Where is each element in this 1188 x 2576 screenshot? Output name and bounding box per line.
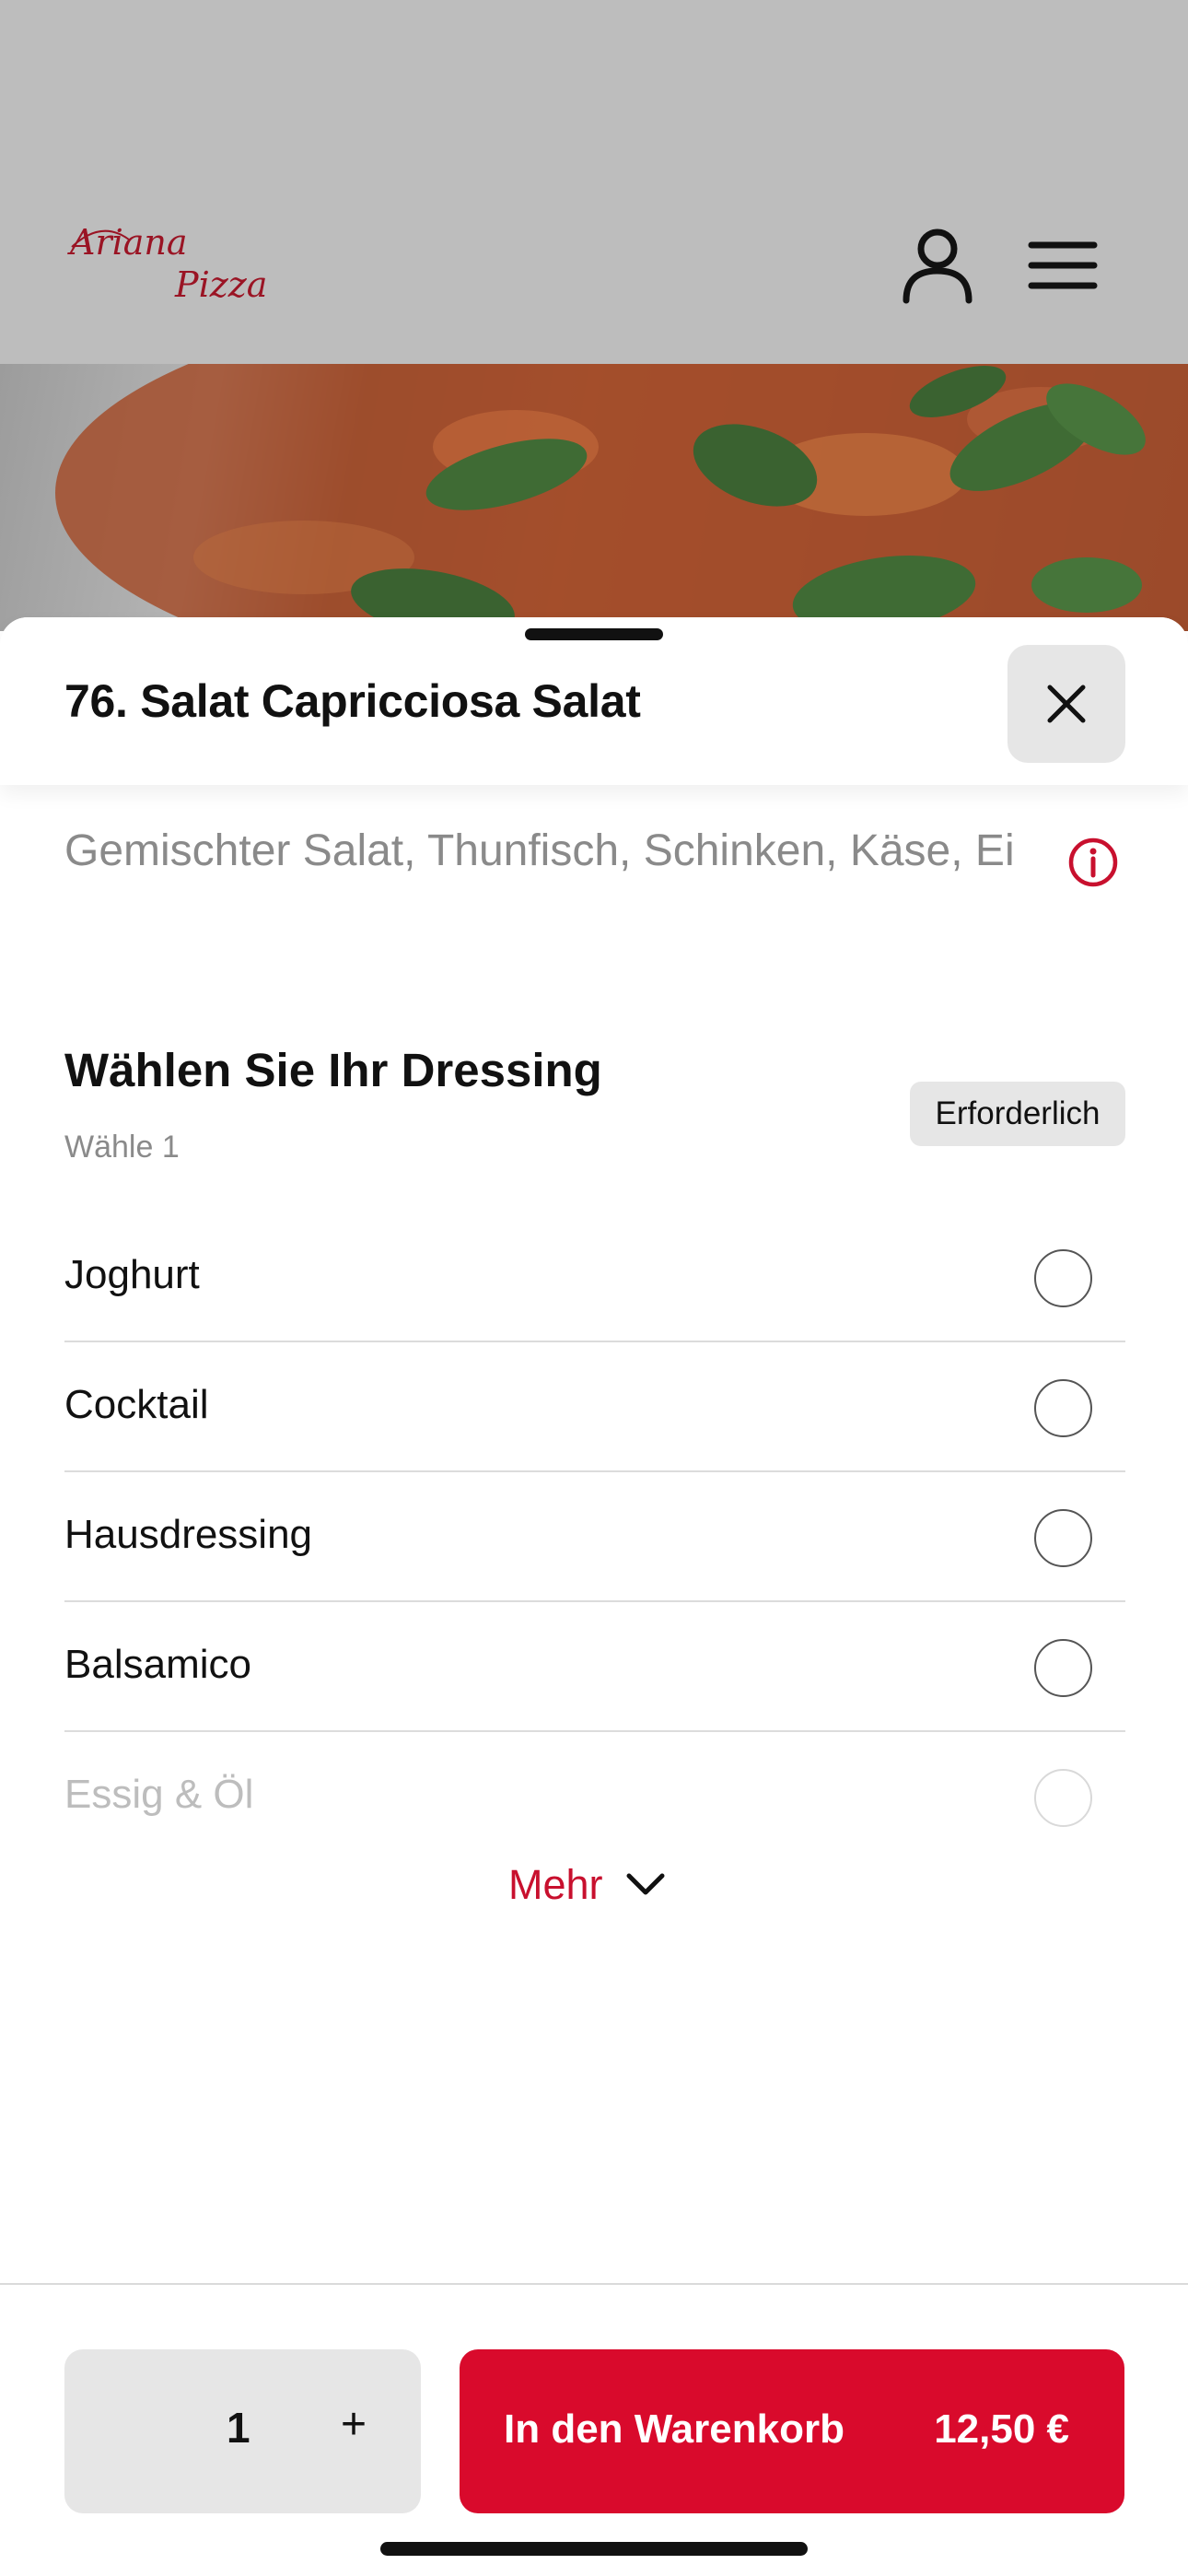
quantity-stepper[interactable]: 1 + bbox=[64, 2349, 421, 2513]
product-title: 76. Salat Capricciosa Salat bbox=[64, 675, 641, 727]
dressing-option-hausdressing[interactable]: Hausdressing bbox=[64, 1472, 1125, 1602]
svg-text:Pizza: Pizza bbox=[174, 264, 267, 305]
radio-button[interactable] bbox=[1034, 1769, 1092, 1827]
radio-button[interactable] bbox=[1034, 1639, 1092, 1697]
sheet-grabber-handle[interactable] bbox=[525, 628, 663, 640]
dressing-option-essig-oel[interactable]: Essig & Öl bbox=[64, 1732, 1125, 1862]
app-header: Ariana Pizza bbox=[0, 0, 1188, 364]
dressing-option-joghurt[interactable]: Joghurt bbox=[64, 1212, 1125, 1342]
info-icon[interactable] bbox=[1067, 837, 1119, 888]
svg-text:Ariana: Ariana bbox=[67, 222, 188, 263]
chevron-down-icon bbox=[626, 1873, 665, 1895]
option-label: Cocktail bbox=[64, 1382, 209, 1427]
show-more-button[interactable]: Mehr bbox=[508, 1861, 666, 1909]
user-icon[interactable] bbox=[899, 227, 976, 304]
ariana-pizza-logo[interactable]: Ariana Pizza bbox=[64, 210, 276, 311]
home-indicator[interactable] bbox=[380, 2542, 808, 2556]
close-button[interactable] bbox=[1007, 645, 1125, 763]
footer-bar: 1 + In den Warenkorb 12,50 € bbox=[0, 2283, 1188, 2576]
product-description: Gemischter Salat, Thunfisch, Schinken, K… bbox=[64, 826, 1015, 875]
quantity-value: 1 bbox=[227, 2404, 250, 2452]
option-label: Joghurt bbox=[64, 1252, 200, 1297]
show-more-label: Mehr bbox=[508, 1861, 603, 1908]
sheet-header: 76. Salat Capricciosa Salat bbox=[0, 617, 1188, 785]
dressing-option-balsamico[interactable]: Balsamico bbox=[64, 1602, 1125, 1732]
add-to-cart-label: In den Warenkorb bbox=[504, 2406, 844, 2452]
hamburger-menu-icon[interactable] bbox=[1028, 236, 1098, 295]
required-badge: Erforderlich bbox=[910, 1082, 1125, 1146]
radio-button[interactable] bbox=[1034, 1509, 1092, 1567]
option-label: Essig & Öl bbox=[64, 1772, 254, 1817]
radio-button[interactable] bbox=[1034, 1379, 1092, 1437]
increase-quantity-button[interactable]: + bbox=[341, 2399, 367, 2450]
radio-button[interactable] bbox=[1034, 1249, 1092, 1307]
pizza-hero-image bbox=[0, 364, 1188, 631]
add-to-cart-button[interactable]: In den Warenkorb 12,50 € bbox=[460, 2349, 1124, 2513]
dressing-section-title: Wählen Sie Ihr Dressing bbox=[64, 1044, 602, 1096]
add-to-cart-price: 12,50 € bbox=[934, 2406, 1069, 2452]
dressing-section-subtitle: Wähle 1 bbox=[64, 1130, 180, 1165]
option-label: Balsamico bbox=[64, 1642, 251, 1687]
option-label: Hausdressing bbox=[64, 1512, 313, 1557]
close-icon bbox=[1047, 685, 1086, 723]
dressing-options-list: Joghurt Cocktail Hausdressing Balsamico … bbox=[64, 1212, 1125, 1862]
dressing-option-cocktail[interactable]: Cocktail bbox=[64, 1342, 1125, 1472]
